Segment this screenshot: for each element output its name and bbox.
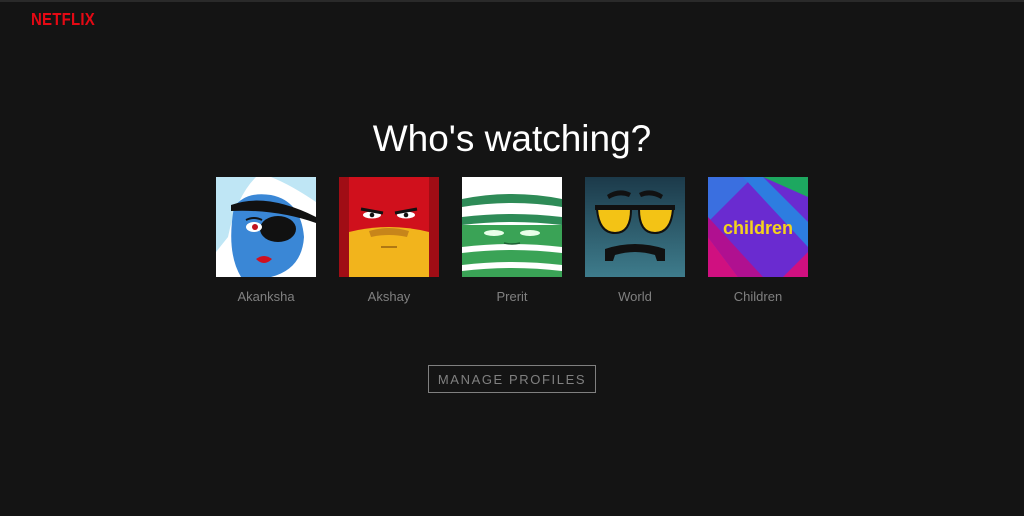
profile-name: Children <box>733 289 783 304</box>
page-title: Who's watching? <box>372 118 652 159</box>
red-yellow-angry-face-avatar-icon[interactable] <box>339 177 439 277</box>
profile-list: Akanksha Akshay Prerit World children Ch… <box>216 177 808 304</box>
profile-children[interactable]: children Children <box>708 177 808 304</box>
sunglasses-mustache-avatar-icon[interactable] <box>585 177 685 277</box>
netflix-logo[interactable]: NETFLIX <box>31 10 95 30</box>
profile-prerit[interactable]: Prerit <box>462 177 562 304</box>
profile-world[interactable]: World <box>585 177 685 304</box>
profile-name: Akanksha <box>237 289 295 304</box>
profile-name: Akshay <box>367 289 411 304</box>
profile-name: World <box>618 289 652 304</box>
children-avatar-label: children <box>723 218 793 238</box>
profile-akanksha[interactable]: Akanksha <box>216 177 316 304</box>
pirate-eyepatch-avatar-icon[interactable] <box>216 177 316 277</box>
green-mummy-face-avatar-icon[interactable] <box>462 177 562 277</box>
profile-akshay[interactable]: Akshay <box>339 177 439 304</box>
top-border <box>0 0 1024 2</box>
profile-name: Prerit <box>496 289 528 304</box>
children-avatar-icon[interactable]: children <box>708 177 808 277</box>
manage-profiles-button[interactable]: MANAGE PROFILES <box>428 365 596 393</box>
